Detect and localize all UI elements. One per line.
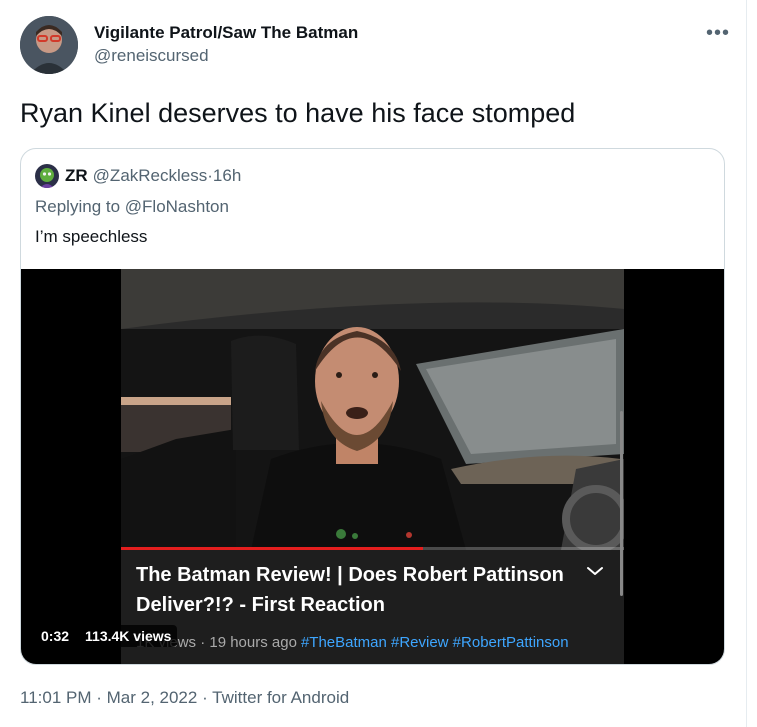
author-names: Vigilante Patrol/Saw The Batman @reneisc… (94, 22, 358, 66)
video-badges: 0:32 113.4K views (35, 625, 178, 647)
author-avatar[interactable] (20, 16, 78, 74)
video-meta-age: · 19 hours ago (196, 634, 297, 651)
video-hashtags[interactable]: #TheBatman #Review #RobertPattinson (301, 634, 569, 651)
quoted-age: 16h (212, 166, 242, 185)
author-display-name[interactable]: Vigilante Patrol/Saw The Batman (94, 22, 358, 43)
video-timestamp: 0:32 (35, 625, 76, 647)
tweet-text: Ryan Kinel deserves to have his face sto… (20, 98, 576, 128)
footer-separator-1: · (91, 688, 107, 707)
quoted-tweet-header: ZR @ZakReckless · 16h (35, 164, 242, 188)
video-title[interactable]: The Batman Review! | Does Robert Pattins… (136, 560, 576, 620)
video-info-overlay: The Batman Review! | Does Robert Pattins… (121, 550, 624, 664)
quoted-tweet[interactable]: ZR @ZakReckless · 16h Replying to @FloNa… (20, 148, 725, 665)
video-view-count: 113.4K views (79, 625, 178, 647)
quoted-author-avatar (35, 164, 59, 188)
timeline-border (746, 0, 747, 727)
more-options-icon[interactable]: ••• (706, 22, 730, 45)
video-frame[interactable]: The Batman Review! | Does Robert Pattins… (121, 269, 624, 664)
tweet-header: Vigilante Patrol/Saw The Batman @reneisc… (20, 16, 730, 78)
quoted-author-name: ZR (65, 166, 88, 185)
replying-to: Replying to @FloNashton (35, 197, 229, 216)
quoted-tweet-text: I’m speechless (35, 227, 148, 246)
tweet-time[interactable]: 11:01 PM (20, 688, 92, 707)
author-handle[interactable]: @reneiscursed (94, 45, 358, 66)
chevron-down-icon[interactable] (586, 564, 604, 582)
tweet-source[interactable]: Twitter for Android (212, 688, 349, 707)
tweet-footer: 11:01 PM · Mar 2, 2022 · Twitter for And… (20, 688, 349, 708)
video-media[interactable]: The Batman Review! | Does Robert Pattins… (21, 269, 724, 664)
video-meta: 1K views · 19 hours ago#TheBatman #Revie… (136, 634, 569, 651)
footer-separator-2: · (197, 688, 213, 707)
tweet-date[interactable]: Mar 2, 2022 (107, 688, 198, 707)
video-scrollbar[interactable] (620, 411, 623, 596)
quoted-author-handle: @ZakReckless (92, 166, 208, 185)
video-thumbnail (121, 269, 624, 553)
